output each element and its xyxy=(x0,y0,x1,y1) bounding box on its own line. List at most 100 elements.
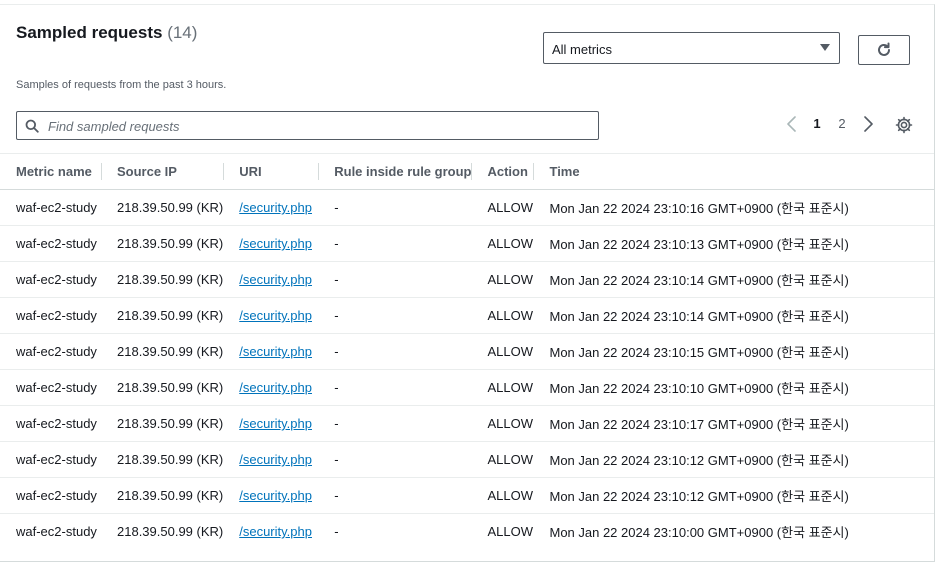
cell-metric-name: waf-ec2-study xyxy=(0,189,101,226)
uri-link[interactable]: /security.php xyxy=(239,236,312,251)
sampled-requests-panel: Sampled requests (14) Samples of request… xyxy=(0,4,935,562)
cell-action: ALLOW xyxy=(471,297,534,334)
cell-source-ip: 218.39.50.99 (KR) xyxy=(101,333,224,370)
refresh-button[interactable] xyxy=(858,35,910,65)
uri-link[interactable]: /security.php xyxy=(239,380,312,395)
title-text: Sampled requests xyxy=(16,23,163,42)
cell-rule: - xyxy=(318,369,472,406)
cell-source-ip: 218.39.50.99 (KR) xyxy=(101,405,224,442)
chevron-right-icon xyxy=(864,116,873,132)
cell-time: Mon Jan 22 2024 23:10:16 GMT+0900 (한국 표준… xyxy=(533,189,934,226)
column-header-action[interactable]: Action xyxy=(471,153,534,190)
cell-rule: - xyxy=(318,441,472,478)
table-row: waf-ec2-study 218.39.50.99 (KR) /securit… xyxy=(0,189,934,226)
cell-uri: /security.php xyxy=(223,514,318,550)
cell-metric-name: waf-ec2-study xyxy=(0,441,101,478)
cell-metric-name: waf-ec2-study xyxy=(0,225,101,262)
request-count: (14) xyxy=(167,23,198,42)
cell-metric-name: waf-ec2-study xyxy=(0,297,101,334)
column-header-rule[interactable]: Rule inside rule group xyxy=(318,153,472,190)
cell-metric-name: waf-ec2-study xyxy=(0,369,101,406)
cell-source-ip: 218.39.50.99 (KR) xyxy=(101,369,224,406)
table-row: waf-ec2-study 218.39.50.99 (KR) /securit… xyxy=(0,225,934,262)
cell-time: Mon Jan 22 2024 23:10:14 GMT+0900 (한국 표준… xyxy=(533,261,934,298)
table-row: waf-ec2-study 218.39.50.99 (KR) /securit… xyxy=(0,514,934,550)
uri-link[interactable]: /security.php xyxy=(239,344,312,359)
cell-action: ALLOW xyxy=(471,477,534,514)
refresh-icon xyxy=(878,42,890,56)
gear-icon xyxy=(895,116,913,134)
cell-time: Mon Jan 22 2024 23:10:17 GMT+0900 (한국 표준… xyxy=(533,405,934,442)
cell-uri: /security.php xyxy=(223,369,319,406)
cell-rule: - xyxy=(334,524,339,539)
cell-time: Mon Jan 22 2024 23:10:00 GMT+0900 (한국 표준… xyxy=(549,525,849,540)
table-row: waf-ec2-study 218.39.50.99 (KR) /securit… xyxy=(0,261,934,298)
cell-source-ip: 218.39.50.99 (KR) xyxy=(101,261,224,298)
cell-uri: /security.php xyxy=(223,225,319,262)
cell-source-ip: 218.39.50.99 (KR) xyxy=(101,225,224,262)
uri-link[interactable]: /security.php xyxy=(239,308,312,323)
cell-action: ALLOW xyxy=(487,524,533,539)
cell-metric-name: waf-ec2-study xyxy=(0,261,101,298)
metric-select-value: All metrics xyxy=(552,42,612,57)
cell-rule: - xyxy=(318,225,472,262)
previous-page-button[interactable] xyxy=(784,114,800,134)
cell-action: ALLOW xyxy=(471,261,534,298)
cell-uri: /security.php xyxy=(223,441,319,478)
preferences-button[interactable] xyxy=(895,116,913,134)
cell-rule: - xyxy=(318,297,472,334)
search-input[interactable] xyxy=(46,116,590,137)
cell-metric-name: waf-ec2-study xyxy=(0,477,101,514)
uri-link[interactable]: /security.php xyxy=(239,200,312,215)
table-row: waf-ec2-study 218.39.50.99 (KR) /securit… xyxy=(0,369,934,406)
column-header-uri[interactable]: URI xyxy=(223,153,319,190)
cell-uri: /security.php xyxy=(223,333,319,370)
search-icon xyxy=(25,119,39,133)
cell-metric-name: waf-ec2-study xyxy=(16,524,97,539)
cell-rule: - xyxy=(318,189,472,226)
search-field[interactable] xyxy=(16,111,599,140)
cell-action: ALLOW xyxy=(471,225,534,262)
cell-rule: - xyxy=(318,261,472,298)
column-header-metric-name[interactable]: Metric name xyxy=(0,153,101,190)
cell-time: Mon Jan 22 2024 23:10:10 GMT+0900 (한국 표준… xyxy=(533,369,934,406)
caret-down-icon xyxy=(820,44,830,51)
panel-description: Samples of requests from the past 3 hour… xyxy=(16,79,227,91)
uri-link[interactable]: /security.php xyxy=(239,524,312,539)
cell-action: ALLOW xyxy=(471,189,534,226)
table-row: waf-ec2-study 218.39.50.99 (KR) /securit… xyxy=(0,297,934,334)
table-row: waf-ec2-study 218.39.50.99 (KR) /securit… xyxy=(0,477,934,514)
cell-action: ALLOW xyxy=(471,369,534,406)
table-row: waf-ec2-study 218.39.50.99 (KR) /securit… xyxy=(0,333,934,370)
next-page-button[interactable] xyxy=(860,114,876,134)
cell-rule: - xyxy=(318,333,472,370)
column-header-time[interactable]: Time xyxy=(533,153,934,190)
uri-link[interactable]: /security.php xyxy=(239,416,312,431)
column-header-source-ip[interactable]: Source IP xyxy=(101,153,224,190)
cell-time: Mon Jan 22 2024 23:10:12 GMT+0900 (한국 표준… xyxy=(533,441,934,478)
chevron-left-icon xyxy=(787,116,796,132)
table-row: waf-ec2-study 218.39.50.99 (KR) /securit… xyxy=(0,405,934,442)
cell-uri: /security.php xyxy=(223,297,319,334)
cell-source-ip: 218.39.50.99 (KR) xyxy=(101,477,224,514)
metric-select[interactable]: All metrics xyxy=(543,32,840,64)
cell-time: Mon Jan 22 2024 23:10:12 GMT+0900 (한국 표준… xyxy=(533,477,934,514)
cell-uri: /security.php xyxy=(223,189,319,226)
table-row: waf-ec2-study 218.39.50.99 (KR) /securit… xyxy=(0,441,934,478)
cell-action: ALLOW xyxy=(471,441,534,478)
cell-action: ALLOW xyxy=(471,405,534,442)
page-2-button[interactable]: 2 xyxy=(835,114,849,134)
cell-uri: /security.php xyxy=(223,405,319,442)
uri-link[interactable]: /security.php xyxy=(239,272,312,287)
cell-metric-name: waf-ec2-study xyxy=(0,405,101,442)
uri-link[interactable]: /security.php xyxy=(239,488,312,503)
cell-action: ALLOW xyxy=(471,333,534,370)
cell-source-ip: 218.39.50.99 (KR) xyxy=(101,189,224,226)
cell-uri: /security.php xyxy=(223,477,319,514)
cell-time: Mon Jan 22 2024 23:10:15 GMT+0900 (한국 표준… xyxy=(533,333,934,370)
page-1-button[interactable]: 1 xyxy=(810,114,824,134)
cell-rule: - xyxy=(318,477,472,514)
uri-link[interactable]: /security.php xyxy=(239,452,312,467)
cell-metric-name: waf-ec2-study xyxy=(0,333,101,370)
cell-uri: /security.php xyxy=(223,261,319,298)
